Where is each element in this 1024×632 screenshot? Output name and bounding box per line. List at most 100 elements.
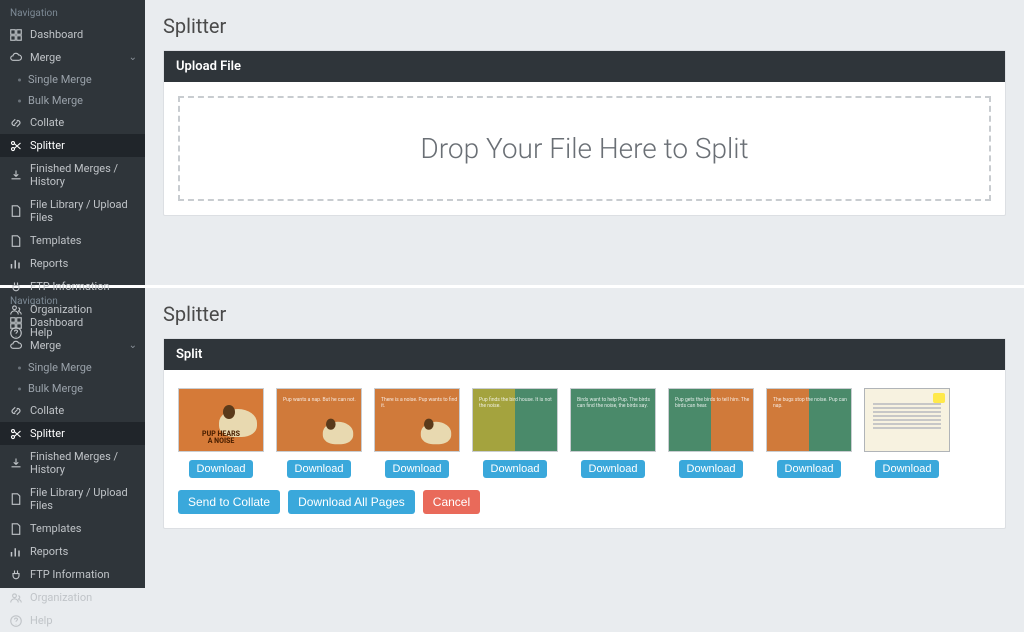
download-button[interactable]: Download (679, 460, 744, 478)
scissors-icon (10, 428, 22, 440)
sidebar-subitem-single-merge[interactable]: Single Merge (0, 357, 145, 378)
sidebar-item-merge[interactable]: Merge ⌄ (0, 334, 145, 357)
page-thumbnail[interactable]: The bugs stop the noise. Pup can nap. (766, 388, 852, 452)
sidebar-item-label: Dashboard (30, 316, 83, 329)
sidebar-item-dashboard[interactable]: Dashboard (0, 311, 145, 334)
sidebar-item-reports[interactable]: Reports (0, 540, 145, 563)
sidebar-item-label: FTP Information (30, 280, 110, 293)
download-all-button[interactable]: Download All Pages (288, 490, 415, 514)
sidebar-item-label: Organization (30, 591, 92, 604)
page-thumb-7: The bugs stop the noise. Pup can nap. Do… (766, 388, 852, 478)
sidebar-subitem-single-merge[interactable]: Single Merge (0, 69, 145, 90)
sidebar: Navigation Dashboard Merge ⌄ Single Merg… (0, 0, 145, 285)
sidebar-subitem-bulk-merge[interactable]: Bulk Merge (0, 90, 145, 111)
sidebar-item-dashboard[interactable]: Dashboard (0, 23, 145, 46)
download-button[interactable]: Download (581, 460, 646, 478)
sidebar-item-label: File Library / Upload Files (30, 486, 135, 512)
scissors-icon (10, 140, 22, 152)
sidebar-item-collate[interactable]: Collate (0, 399, 145, 422)
download-button[interactable]: Download (777, 460, 842, 478)
send-to-collate-button[interactable]: Send to Collate (178, 490, 280, 514)
question-icon (10, 615, 22, 627)
sidebar-item-merge[interactable]: Merge ⌄ (0, 46, 145, 69)
users-icon (10, 592, 22, 604)
sidebar-item-splitter[interactable]: Splitter (0, 422, 145, 445)
download-button[interactable]: Download (189, 460, 254, 478)
bar-icon (10, 258, 22, 270)
sidebar-item-label: Collate (30, 116, 64, 129)
sidebar-item-templates[interactable]: Templates (0, 229, 145, 252)
sidebar-item-label: Splitter (30, 427, 65, 440)
sidebar: Navigation Dashboard Merge ⌄ Single Merg… (0, 288, 145, 588)
page-thumbnail[interactable]: Birds want to help Pup. The birds can fi… (570, 388, 656, 452)
sidebar-item-label: Merge (30, 339, 61, 352)
card-header: Split (164, 339, 1005, 370)
file-icon (10, 493, 22, 505)
page-thumb-4: Pup finds the bird house. It is not the … (472, 388, 558, 478)
sidebar-item-ftp[interactable]: FTP Information (0, 275, 145, 298)
upload-card: Upload File Drop Your File Here to Split (163, 50, 1006, 216)
sidebar-item-label: FTP Information (30, 568, 110, 581)
page-thumbnail[interactable]: There is a noise. Pup wants to find it. (374, 388, 460, 452)
download-button[interactable]: Download (483, 460, 548, 478)
split-card: Split PUP HEARS A NOISE Download (163, 338, 1006, 529)
file-dropzone[interactable]: Drop Your File Here to Split (178, 96, 991, 201)
page-thumb-2: Pup wants a nap. But he can not. Downloa… (276, 388, 362, 478)
sidebar-item-label: Finished Merges / History (30, 162, 135, 188)
sidebar-item-label: Reports (30, 545, 68, 558)
sidebar-item-label: Collate (30, 404, 64, 417)
sidebar-item-label: Reports (30, 257, 68, 270)
cancel-button[interactable]: Cancel (423, 490, 480, 514)
cloud-icon (10, 52, 22, 64)
main-content: Splitter Split PUP HEARS A NOISE Downloa… (145, 288, 1024, 588)
sidebar-item-ftp[interactable]: FTP Information (0, 563, 145, 586)
page-thumb-3: There is a noise. Pup wants to find it. … (374, 388, 460, 478)
page-thumbnail[interactable] (864, 388, 950, 452)
sidebar-item-collate[interactable]: Collate (0, 111, 145, 134)
sidebar-item-label: Splitter (30, 139, 65, 152)
page-thumb-6: Pup gets the birds to tell him. The bird… (668, 388, 754, 478)
main-content: Splitter Upload File Drop Your File Here… (145, 0, 1024, 285)
sidebar-item-label: Help (30, 614, 53, 627)
sidebar-item-splitter[interactable]: Splitter (0, 134, 145, 157)
actions-row: Send to Collate Download All Pages Cance… (178, 490, 991, 514)
download-button[interactable]: Download (287, 460, 352, 478)
sidebar-item-history[interactable]: Finished Merges / History (0, 157, 145, 193)
sidebar-item-label: Templates (30, 522, 81, 535)
page-thumb-8: Download (864, 388, 950, 478)
sidebar-item-label: Merge (30, 51, 61, 64)
grid-icon (10, 317, 22, 329)
page-thumb-5: Birds want to help Pup. The birds can fi… (570, 388, 656, 478)
sidebar-item-library[interactable]: File Library / Upload Files (0, 481, 145, 517)
link-icon (10, 117, 22, 129)
sidebar-item-label: Dashboard (30, 28, 83, 41)
sidebar-item-help[interactable]: Help (0, 609, 145, 632)
page-thumbnail[interactable]: Pup wants a nap. But he can not. (276, 388, 362, 452)
file-icon (10, 235, 22, 247)
file-icon (10, 205, 22, 217)
sidebar-item-reports[interactable]: Reports (0, 252, 145, 275)
sidebar-item-library[interactable]: File Library / Upload Files (0, 193, 145, 229)
page-thumbnail[interactable]: Pup gets the birds to tell him. The bird… (668, 388, 754, 452)
cloud-icon (10, 340, 22, 352)
page-thumbnail[interactable]: Pup finds the bird house. It is not the … (472, 388, 558, 452)
download-icon (10, 457, 22, 469)
bar-icon (10, 546, 22, 558)
page-thumb-1: PUP HEARS A NOISE Download (178, 388, 264, 478)
download-button[interactable]: Download (385, 460, 450, 478)
download-icon (10, 169, 22, 181)
sidebar-item-templates[interactable]: Templates (0, 517, 145, 540)
sidebar-item-organization[interactable]: Organization (0, 586, 145, 609)
page-title: Splitter (163, 14, 1006, 38)
file-icon (10, 523, 22, 535)
plug-icon (10, 281, 22, 293)
sidebar-subitem-bulk-merge[interactable]: Bulk Merge (0, 378, 145, 399)
sidebar-item-history[interactable]: Finished Merges / History (0, 445, 145, 481)
chevron-down-icon: ⌄ (129, 52, 137, 63)
sidebar-item-label: Templates (30, 234, 81, 247)
nav-section-label: Navigation (0, 2, 145, 23)
sidebar-item-label: Finished Merges / History (30, 450, 135, 476)
download-button[interactable]: Download (875, 460, 940, 478)
page-thumbnail[interactable]: PUP HEARS A NOISE (178, 388, 264, 452)
chevron-down-icon: ⌄ (129, 340, 137, 351)
